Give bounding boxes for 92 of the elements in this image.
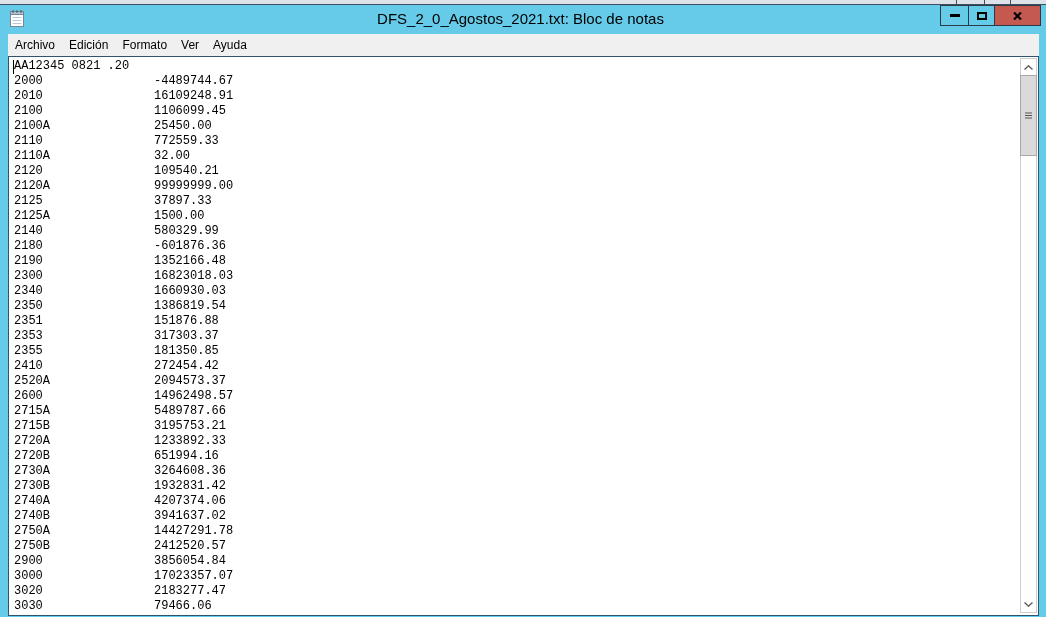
amount: 109540.21 — [154, 164, 219, 179]
account-code: 2125A — [14, 209, 51, 224]
account-code: 2300 — [14, 269, 44, 284]
amount: 1386819.54 — [154, 299, 226, 314]
amount: 5489787.66 — [154, 404, 226, 419]
account-code: 2355 — [14, 344, 44, 359]
account-code: 2351 — [14, 314, 44, 329]
amount: 1233892.33 — [154, 434, 226, 449]
amount: 99999999.00 — [154, 179, 234, 194]
close-button[interactable] — [994, 5, 1041, 26]
amount: 1660930.03 — [154, 284, 226, 299]
menu-item[interactable]: Ayuda — [206, 35, 254, 55]
account-code: 2110 — [14, 134, 44, 149]
account-code: 2110A — [14, 149, 51, 164]
account-code: 2340 — [14, 284, 44, 299]
amount: 772559.33 — [154, 134, 219, 149]
account-code: 2180 — [14, 239, 44, 254]
amount: 3856054.84 — [154, 554, 226, 569]
menu-item[interactable]: Ver — [174, 35, 207, 55]
amount: 14427291.78 — [154, 524, 234, 539]
amount: 151876.88 — [154, 314, 219, 329]
chevron-up-icon — [1024, 64, 1033, 70]
account-code: 2140 — [14, 224, 44, 239]
menu-item[interactable]: Formato — [115, 35, 175, 55]
account-code: 2740A — [14, 494, 51, 509]
amount: 580329.99 — [154, 224, 219, 239]
account-code: 2000 — [14, 74, 44, 89]
account-code: 2750B — [14, 539, 51, 554]
amount: 16109248.91 — [154, 89, 234, 104]
account-code: 2715B — [14, 419, 51, 434]
amount: 16823018.03 — [154, 269, 234, 284]
amount: 317303.37 — [154, 329, 219, 344]
amount: 1106099.45 — [154, 104, 226, 119]
scrollbar[interactable] — [1020, 58, 1037, 613]
header-line: AA12345 0821 .20 — [14, 59, 130, 74]
account-code: 2190 — [14, 254, 44, 269]
amount: 32.00 — [154, 149, 190, 164]
account-code: 2720A — [14, 434, 51, 449]
amount: 4207374.06 — [154, 494, 226, 509]
amount: 1932831.42 — [154, 479, 226, 494]
minimize-icon — [949, 14, 960, 17]
account-code: 2410 — [14, 359, 44, 374]
scroll-thumb[interactable] — [1020, 75, 1037, 156]
amount: 14962498.57 — [154, 389, 234, 404]
account-code: 3020 — [14, 584, 44, 599]
account-code: 2750A — [14, 524, 51, 539]
amount: -601876.36 — [154, 239, 226, 254]
account-code: 2350 — [14, 299, 44, 314]
maximize-icon — [976, 11, 987, 20]
account-code: 2120A — [14, 179, 51, 194]
account-code: 3000 — [14, 569, 44, 584]
account-code: 2600 — [14, 389, 44, 404]
account-code: 2900 — [14, 554, 44, 569]
account-code: 2730A — [14, 464, 51, 479]
amount: 17023357.07 — [154, 569, 234, 584]
close-icon — [1013, 11, 1022, 20]
amount: 2094573.37 — [154, 374, 226, 389]
account-code: 2520A — [14, 374, 51, 389]
amount: 79466.06 — [154, 599, 212, 614]
amount: 1352166.48 — [154, 254, 226, 269]
grip-icon — [1025, 112, 1032, 119]
amount: 272454.42 — [154, 359, 219, 374]
notepad-icon[interactable] — [10, 10, 24, 27]
account-code: 2740B — [14, 509, 51, 524]
account-code: 2720B — [14, 449, 51, 464]
account-code: 2730B — [14, 479, 51, 494]
account-code: 2010 — [14, 89, 44, 104]
amount: 181350.85 — [154, 344, 219, 359]
amount: 2412520.57 — [154, 539, 226, 554]
account-code: 2100A — [14, 119, 51, 134]
minimize-button[interactable] — [940, 5, 969, 26]
account-code: 2715A — [14, 404, 51, 419]
amount: 2183277.47 — [154, 584, 226, 599]
account-code: 2125 — [14, 194, 44, 209]
amount: 3941637.02 — [154, 509, 226, 524]
account-code: 3030 — [14, 599, 44, 614]
window-title: DFS_2_0_Agostos_2021.txt: Bloc de notas — [377, 9, 664, 29]
amount: -4489744.67 — [154, 74, 234, 89]
text-cursor — [13, 60, 14, 74]
amount: 37897.33 — [154, 194, 212, 209]
menu-item[interactable]: Archivo — [8, 35, 62, 55]
amount: 651994.16 — [154, 449, 219, 464]
account-code: 2353 — [14, 329, 44, 344]
amount: 3264608.36 — [154, 464, 226, 479]
menu-item[interactable]: Edición — [62, 35, 116, 55]
amount: 1500.00 — [154, 209, 205, 224]
amount: 25450.00 — [154, 119, 212, 134]
account-code: 2100 — [14, 104, 44, 119]
maximize-button[interactable] — [968, 5, 995, 26]
account-code: 2120 — [14, 164, 44, 179]
amount: 3195753.21 — [154, 419, 226, 434]
chevron-down-icon — [1024, 601, 1033, 607]
